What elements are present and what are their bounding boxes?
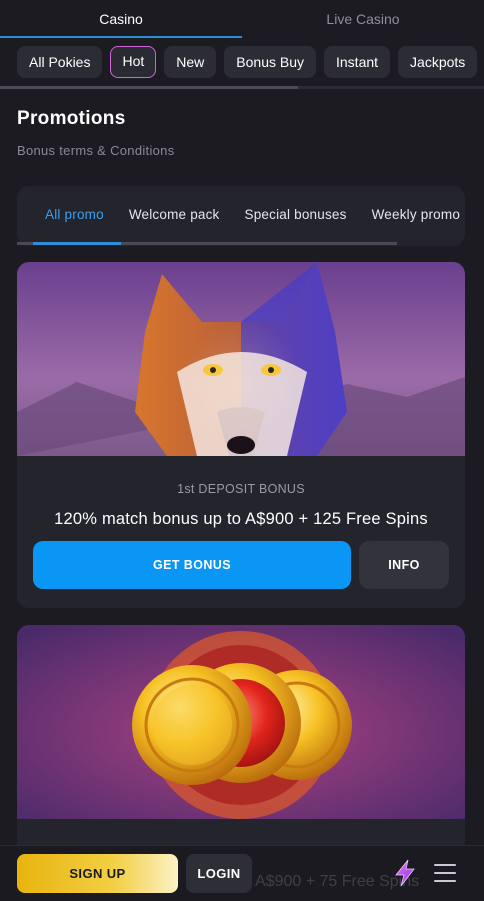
subtab-all-promo[interactable]: All promo (45, 186, 104, 244)
wolf-illustration-icon (17, 262, 465, 456)
subtab-special-bonuses[interactable]: Special bonuses (245, 186, 347, 244)
subtab-weekly-promo[interactable]: Weekly promo (372, 186, 460, 244)
category-chips: All Pokies Hot New Bonus Buy Instant Jac… (17, 46, 478, 78)
hamburger-menu-icon[interactable] (434, 863, 456, 883)
sign-up-button[interactable]: SIGN UP (17, 854, 178, 893)
login-button[interactable]: LOGIN (186, 854, 252, 893)
chip-bonus-buy[interactable]: Bonus Buy (224, 46, 316, 78)
get-bonus-button[interactable]: GET BONUS (33, 541, 351, 589)
tab-casino[interactable]: Casino (0, 0, 242, 38)
chip-jackpots[interactable]: Jackpots (398, 46, 478, 78)
tab-live-casino[interactable]: Live Casino (242, 0, 484, 38)
subtab-welcome-pack[interactable]: Welcome pack (129, 186, 220, 244)
chip-all-pokies[interactable]: All Pokies (17, 46, 103, 78)
page-title: Promotions (17, 108, 126, 129)
active-subtab-indicator (33, 242, 121, 245)
bonus-terms-link[interactable]: Bonus terms & Conditions (17, 143, 175, 158)
chip-instant[interactable]: Instant (324, 46, 391, 78)
chip-hot[interactable]: Hot (110, 46, 157, 78)
gold-coins-illustration-icon (17, 625, 465, 819)
promo-subtabs: All promo Welcome pack Special bonuses W… (17, 186, 465, 246)
promo-card: 1st DEPOSIT BONUS 120% match bonus up to… (17, 262, 465, 608)
chip-new[interactable]: New (164, 46, 217, 78)
top-tabs: Casino Live Casino (0, 0, 484, 38)
bonus-headline: 120% match bonus up to A$900 + 125 Free … (54, 510, 428, 528)
bonus-label: 1st DEPOSIT BONUS (177, 482, 305, 496)
chips-scrollbar[interactable] (0, 86, 484, 89)
lightning-icon[interactable] (393, 859, 417, 887)
info-button[interactable]: INFO (359, 541, 449, 589)
